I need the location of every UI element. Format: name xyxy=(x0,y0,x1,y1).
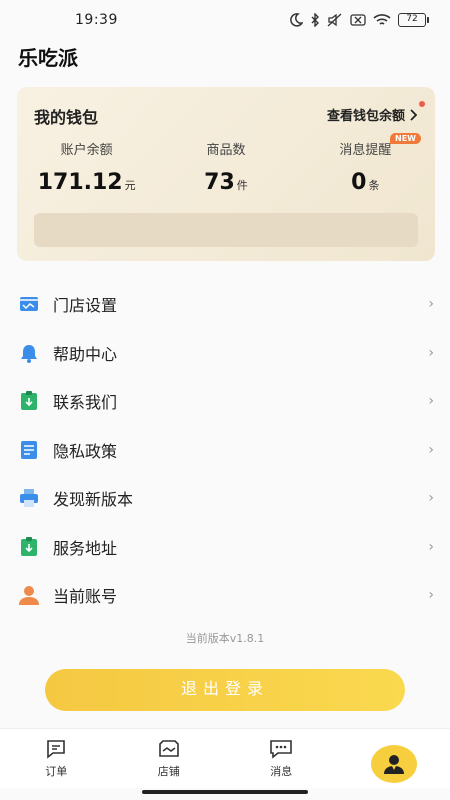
status-time: 19:39 xyxy=(75,12,118,28)
view-wallet-link[interactable]: 查看钱包余额 xyxy=(327,105,417,124)
stat-messages[interactable]: NEW 消息提醒 0条 xyxy=(296,133,435,195)
wallet-card: 我的钱包 查看钱包余额 账户余额 171.12 元 商品数 73 件 NEW 消息提… xyxy=(17,87,435,261)
chevron-right-icon: › xyxy=(428,538,434,555)
bell-icon xyxy=(18,342,40,364)
tab-bar: 订单 店铺 消息 xyxy=(0,728,450,788)
menu-label: 门店设置 xyxy=(53,296,118,316)
menu-item-help-center[interactable]: 帮助中心 › xyxy=(0,329,450,378)
address-icon xyxy=(18,536,40,558)
wifi-icon xyxy=(373,14,391,25)
tab-label: 店铺 xyxy=(157,765,180,778)
stat-label: 账户余额 xyxy=(60,143,113,158)
printer-icon xyxy=(18,487,40,509)
battery-icon: 72 xyxy=(398,13,429,27)
menu-label: 隐私政策 xyxy=(53,441,118,461)
order-icon xyxy=(47,740,66,759)
chevron-right-icon: › xyxy=(428,296,434,313)
menu-label: 当前账号 xyxy=(53,587,118,607)
stat-value: 0条 xyxy=(351,170,380,195)
chevron-right-icon xyxy=(410,108,417,121)
wallet-stats: 账户余额 171.12 元 商品数 73 件 NEW 消息提醒 0条 xyxy=(17,133,435,195)
chevron-right-icon: › xyxy=(428,441,434,458)
menu-item-service-address[interactable]: 服务地址 › xyxy=(0,523,450,572)
wallet-title: 我的钱包 xyxy=(34,108,99,127)
menu-item-new-version[interactable]: 发现新版本 › xyxy=(0,474,450,523)
new-badge: NEW xyxy=(390,133,421,144)
chevron-right-icon: › xyxy=(428,587,434,604)
chevron-right-icon: › xyxy=(428,393,434,410)
document-icon xyxy=(18,439,40,461)
stat-label: 商品数 xyxy=(206,143,246,158)
menu-label: 帮助中心 xyxy=(53,344,118,364)
contact-icon xyxy=(18,390,40,412)
mute-icon xyxy=(327,13,342,27)
shop-icon xyxy=(158,740,179,757)
bluetooth-icon xyxy=(311,13,319,27)
stat-value: 171.12 元 xyxy=(37,170,136,195)
profile-icon xyxy=(383,755,404,774)
view-wallet-label: 查看钱包余额 xyxy=(326,109,405,124)
menu-item-privacy-policy[interactable]: 隐私政策 › xyxy=(0,426,450,475)
no-sim-icon xyxy=(350,14,366,26)
home-indicator xyxy=(142,790,308,794)
message-icon xyxy=(270,740,293,759)
tab-profile[interactable] xyxy=(338,729,450,788)
profile-tab-circle xyxy=(370,745,417,783)
notification-dot xyxy=(419,101,425,107)
chevron-right-icon: › xyxy=(428,490,434,507)
version-text: 当前版本v1.8.1 xyxy=(185,632,265,645)
menu-label: 发现新版本 xyxy=(53,490,134,510)
store-icon xyxy=(18,293,40,315)
wallet-info-bar xyxy=(34,213,418,247)
tab-orders[interactable]: 订单 xyxy=(0,729,113,788)
tab-label: 订单 xyxy=(45,765,68,778)
status-icons: 72 xyxy=(289,13,429,27)
menu-item-current-account[interactable]: 当前账号 › xyxy=(0,571,450,620)
tab-messages[interactable]: 消息 xyxy=(225,729,338,788)
settings-menu: 门店设置 › 帮助中心 › 联系我们 › 隐私政策 › 发现新版本 › 服务地址 xyxy=(0,280,450,620)
stat-balance[interactable]: 账户余额 171.12 元 xyxy=(17,139,156,195)
stat-products[interactable]: 商品数 73 件 xyxy=(156,139,295,195)
tab-label: 消息 xyxy=(270,765,293,778)
menu-label: 服务地址 xyxy=(53,538,118,558)
app-title: 乐吃派 xyxy=(18,46,78,70)
tab-shop[interactable]: 店铺 xyxy=(113,729,226,788)
logout-button[interactable]: 退出登录 xyxy=(45,669,405,711)
user-icon xyxy=(18,584,40,606)
status-bar: 19:39 72 xyxy=(0,0,450,40)
menu-item-store-settings[interactable]: 门店设置 › xyxy=(0,280,450,329)
moon-icon xyxy=(290,13,303,27)
chevron-right-icon: › xyxy=(428,344,434,361)
stat-value: 73 件 xyxy=(204,170,248,195)
menu-item-contact-us[interactable]: 联系我们 › xyxy=(0,377,450,426)
menu-label: 联系我们 xyxy=(53,393,118,413)
